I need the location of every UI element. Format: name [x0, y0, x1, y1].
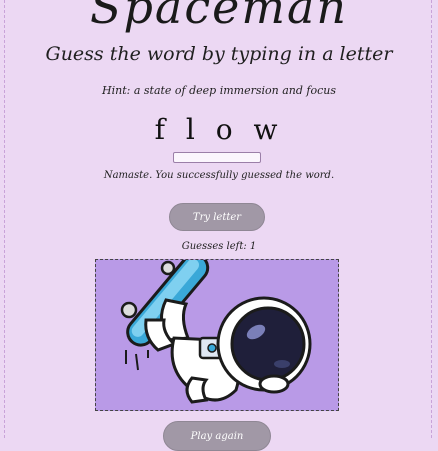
letter-input[interactable]	[173, 152, 261, 163]
hint-text: Hint: a state of deep immersion and focu…	[102, 84, 336, 97]
play-again-button[interactable]: Play again	[163, 421, 271, 451]
spaceman-image	[95, 259, 339, 411]
game-subtitle: Guess the word by typing in a letter	[45, 43, 393, 65]
status-message: Namaste. You successfully guessed the wo…	[103, 170, 335, 181]
try-letter-button[interactable]: Try letter	[169, 203, 265, 231]
guesses-left: Guesses left: 1	[181, 241, 257, 252]
word-display: f l o w	[154, 113, 284, 146]
astronaut-skateboard-icon	[120, 260, 312, 404]
game-title: Spaceman	[89, 0, 349, 34]
